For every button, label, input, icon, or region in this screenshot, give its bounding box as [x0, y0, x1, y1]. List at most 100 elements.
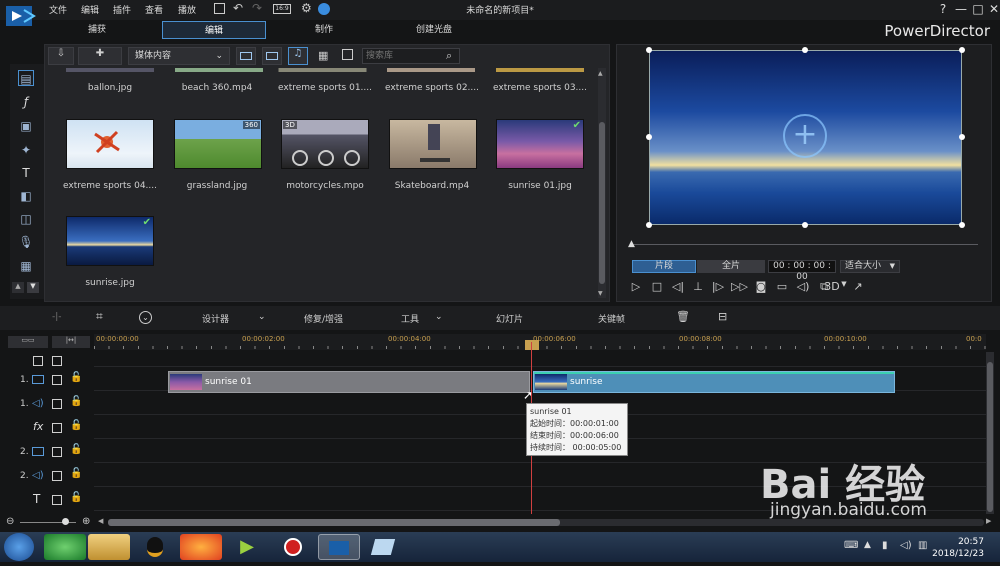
thumb-label[interactable]: grassland.jpg [163, 181, 271, 191]
grid-view-icon[interactable]: ▦ [318, 49, 328, 62]
clip-mode-button[interactable]: 片段 [632, 260, 696, 273]
more-options-icon[interactable]: ⌄ [139, 311, 152, 324]
windows-start-button[interactable] [4, 533, 34, 561]
scroll-left-icon[interactable]: ◀ [98, 517, 103, 525]
thumb-label[interactable]: beach 360.mp4 [163, 83, 271, 93]
playhead-marker[interactable] [525, 340, 539, 350]
split-icon[interactable]: -|- [52, 312, 62, 322]
next-frame-icon[interactable]: |▷ [710, 280, 726, 293]
track-toggle-checkbox[interactable] [52, 356, 62, 366]
thumb-label[interactable]: sunrise 01.jpg [486, 181, 594, 191]
timecode-display[interactable]: 00 : 00 : 00 : 00 [768, 260, 836, 282]
gear-icon[interactable]: ⚙ [301, 1, 312, 15]
taskbar-app-recorder[interactable] [272, 534, 314, 560]
minimize-button[interactable]: — [952, 2, 970, 16]
resize-handle[interactable] [802, 222, 808, 228]
resize-handle[interactable] [959, 222, 965, 228]
track-toggle-checkbox[interactable] [33, 356, 43, 366]
thumb-label[interactable]: extreme sports 04.... [56, 181, 164, 191]
thumb-label[interactable]: sunrise.jpg [56, 278, 164, 288]
network-icon[interactable]: ▥ [918, 540, 927, 551]
taskbar-app-notes[interactable] [362, 534, 404, 560]
scroll-up-icon[interactable]: ▲ [598, 70, 603, 77]
video-filter-button[interactable] [236, 47, 256, 65]
fast-forward-icon[interactable]: ▷▷ [731, 280, 748, 293]
preview-scrubber[interactable] [632, 244, 978, 245]
media-content-select[interactable]: 媒体内容 ⌄ [128, 47, 230, 65]
library-scrollbar-thumb[interactable] [599, 122, 605, 284]
menu-edit[interactable]: 编辑 [81, 3, 99, 16]
zoom-slider-handle[interactable] [62, 518, 69, 525]
chevron-up-icon[interactable]: ▲ [12, 282, 24, 293]
track-enable-checkbox[interactable] [52, 495, 62, 505]
timeline-clip-sunrise[interactable]: sunrise [533, 371, 895, 393]
media-thumbnail-sunrise-01[interactable]: ✔ [496, 119, 584, 169]
resize-handle[interactable] [959, 47, 965, 53]
thumb-label[interactable]: extreme sports 03.... [486, 83, 594, 93]
particle-room-icon[interactable]: ✦ [18, 142, 34, 158]
zoom-select[interactable]: 适合大小 ▼ [840, 260, 900, 273]
thumb-label[interactable]: extreme sports 01.... [271, 83, 379, 93]
taskbar-app-qq[interactable] [134, 534, 176, 560]
scroll-right-icon[interactable]: ▶ [986, 517, 991, 525]
menu-view[interactable]: 查看 [145, 3, 163, 16]
resize-handle[interactable] [959, 134, 965, 140]
menu-play[interactable]: 播放 [178, 3, 196, 16]
audio-mixing-icon[interactable]: ◫ [18, 211, 34, 227]
play-icon[interactable]: ▷ [628, 280, 644, 293]
lock-icon[interactable]: 🔓 [70, 396, 82, 407]
tray-chevron-icon[interactable]: ▲ [864, 540, 871, 550]
track-enable-checkbox[interactable] [52, 471, 62, 481]
lock-icon[interactable]: 🔓 [70, 468, 82, 479]
chevron-down-icon[interactable]: ⌄ [258, 312, 266, 322]
search-icon[interactable]: ⌕ [446, 49, 452, 63]
fix-enhance-button[interactable]: 修复/增强 [304, 312, 343, 325]
chevron-down-icon[interactable]: ▼ [27, 282, 39, 293]
undo-icon[interactable]: ↶ [233, 1, 243, 15]
fx-room-icon[interactable]: ƒ [18, 94, 34, 110]
media-thumbnail-extreme-sports-04[interactable] [66, 119, 154, 169]
volume-tray-icon[interactable]: ◁) [900, 540, 912, 551]
previous-frame-icon[interactable]: ◁| [670, 280, 686, 293]
save-icon[interactable] [214, 3, 225, 14]
menu-plugins[interactable]: 插件 [113, 3, 131, 16]
track-manager-icon[interactable]: ▭▭ [8, 336, 48, 348]
thumb-label[interactable]: motorcycles.mpo [271, 181, 379, 191]
subtitle-icon[interactable]: ▭ [774, 280, 790, 293]
tab-produce[interactable]: 制作 [282, 21, 366, 39]
mark-icon[interactable]: ⊥ [690, 280, 706, 293]
crosshair-plus-icon[interactable]: + [783, 114, 827, 158]
taskbar-app-firefox[interactable] [180, 534, 222, 560]
track-enable-checkbox[interactable] [52, 447, 62, 457]
zoom-in-icon[interactable]: ⊕ [82, 516, 90, 527]
tools-button[interactable]: 工具 [401, 312, 419, 325]
crop-icon[interactable]: ⌗ [96, 309, 103, 324]
subtitle-room-icon[interactable]: ▦ [18, 258, 34, 274]
power-icon[interactable]: ▮ [882, 540, 888, 551]
lock-icon[interactable]: 🔓 [70, 420, 82, 431]
media-thumbnail-motorcycles[interactable]: 3D [281, 119, 369, 169]
tab-create-disc[interactable]: 创建光盘 [384, 21, 484, 39]
track-enable-checkbox[interactable] [52, 375, 62, 385]
tab-edit[interactable]: 编辑 [162, 21, 266, 39]
designer-button[interactable]: 设计器 [202, 312, 229, 325]
import-media-button[interactable]: ⇩ [48, 47, 74, 65]
timeline-horizontal-scrollbar-thumb[interactable] [108, 519, 560, 526]
movie-mode-button[interactable]: 全片 [697, 260, 765, 273]
image-filter-button[interactable] [262, 47, 282, 65]
fullscreen-library-icon[interactable] [342, 49, 353, 60]
upgrade-icon[interactable] [318, 3, 330, 15]
snapshot-icon[interactable]: ◙ [753, 280, 769, 293]
scroll-down-icon[interactable]: ▼ [598, 290, 603, 297]
redo-icon[interactable]: ↷ [252, 1, 262, 15]
media-room-icon[interactable]: ▤ [18, 70, 34, 86]
system-clock[interactable]: 20:57 2018/12/23 [932, 536, 984, 560]
resize-handle[interactable] [646, 222, 652, 228]
fit-timeline-icon[interactable]: |↔| [52, 336, 90, 348]
chapter-icon[interactable]: ⊟ [718, 310, 727, 323]
media-thumbnail-sunrise[interactable]: ✔ [66, 216, 154, 266]
track-enable-checkbox[interactable] [52, 399, 62, 409]
resize-handle[interactable] [802, 47, 808, 53]
pip-room-icon[interactable]: ▣ [18, 118, 34, 134]
plugins-button[interactable]: ✚ [78, 47, 122, 65]
